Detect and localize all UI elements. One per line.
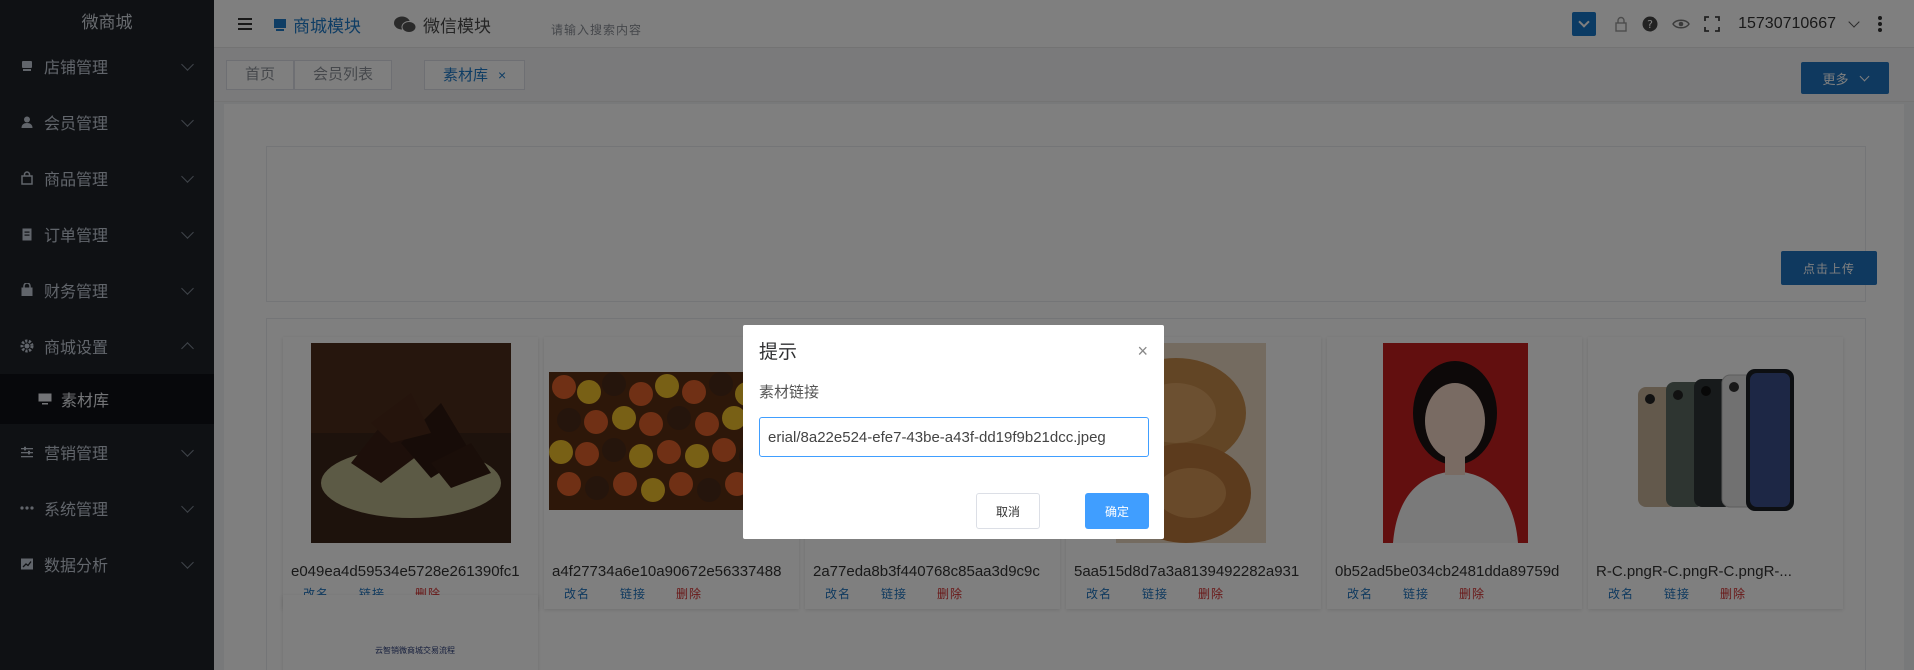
prompt-dialog: 提示 × 素材链接 取消 确定 <box>743 325 1164 539</box>
dialog-title: 提示 <box>759 342 798 363</box>
confirm-button[interactable]: 确定 <box>1085 493 1149 529</box>
close-icon[interactable]: × <box>1137 341 1148 362</box>
material-link-input[interactable] <box>759 417 1149 457</box>
cancel-button[interactable]: 取消 <box>976 493 1040 529</box>
dialog-field-label: 素材链接 <box>759 384 820 401</box>
